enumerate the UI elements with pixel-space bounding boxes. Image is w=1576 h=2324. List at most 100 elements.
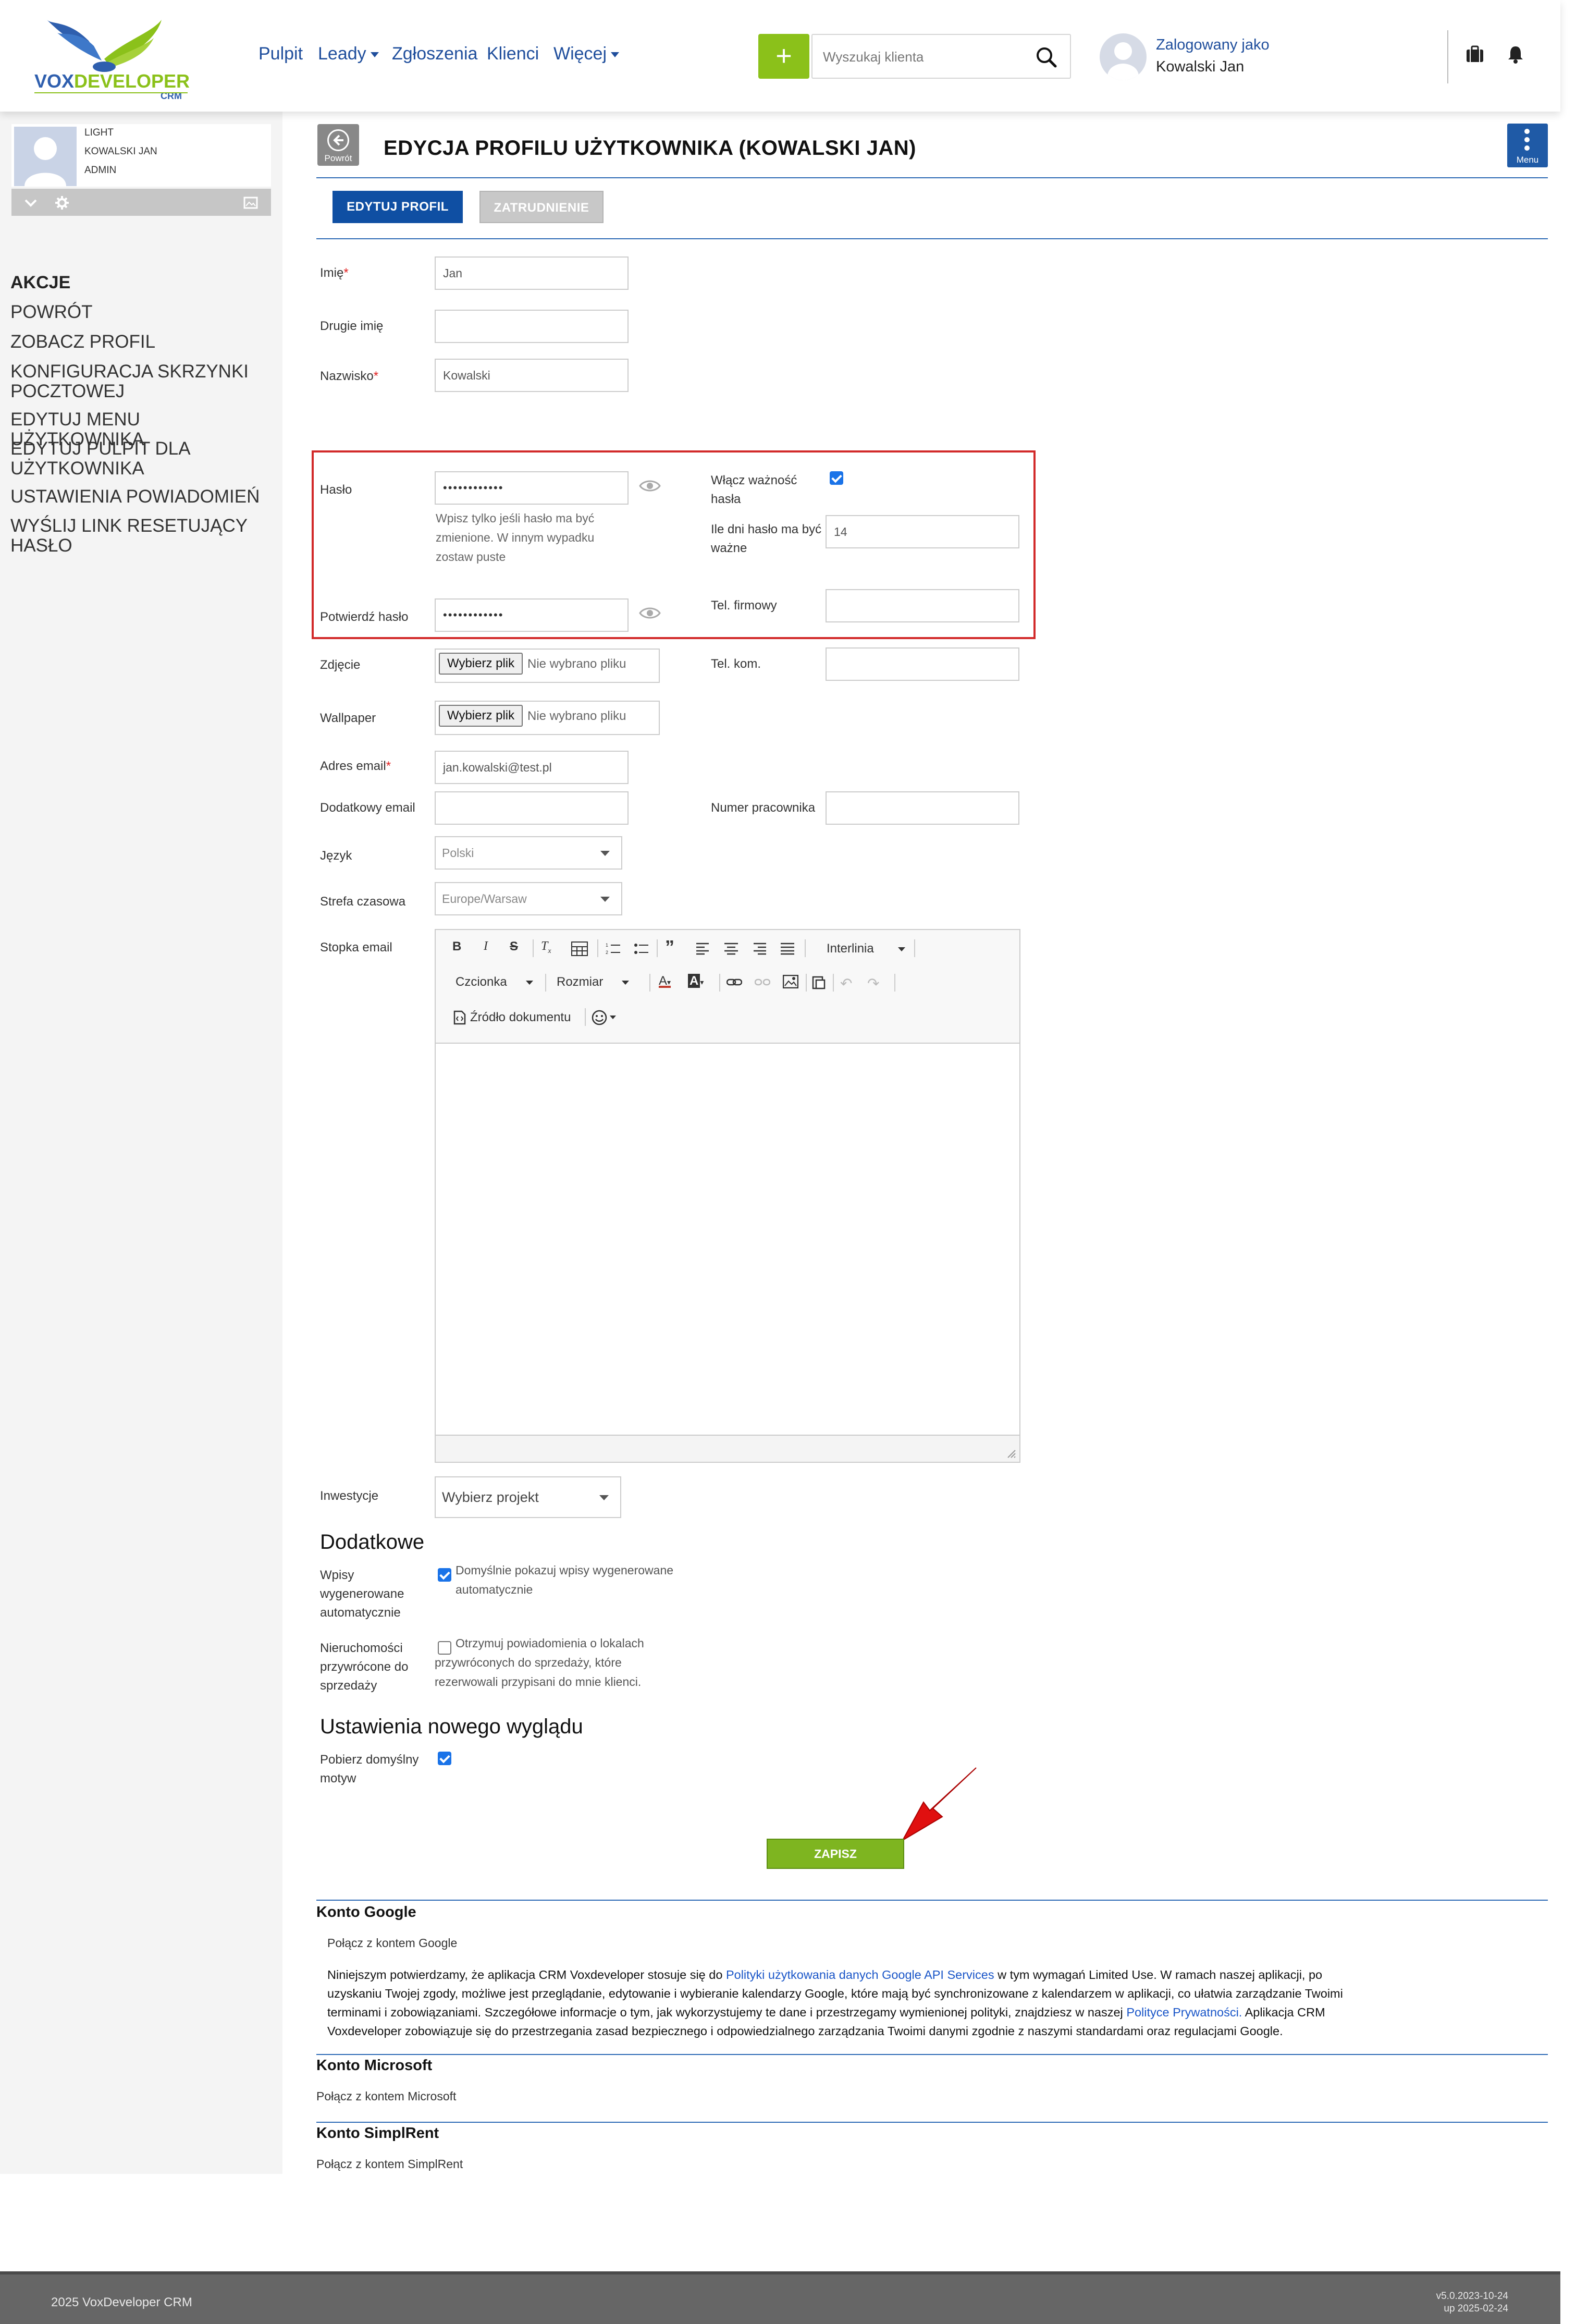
wallpaper-choose-file-button[interactable]: Wybierz plik <box>439 705 523 727</box>
nav-leady-label: Leady <box>318 44 366 64</box>
size-select[interactable]: Rozmiar <box>557 975 630 989</box>
align-justify-icon[interactable] <box>781 943 794 955</box>
search-input[interactable] <box>823 46 1021 67</box>
align-right-icon[interactable] <box>753 943 766 955</box>
emoji-icon[interactable] <box>591 1009 608 1026</box>
font-select[interactable]: Czcionka <box>455 975 533 989</box>
connect-microsoft-link[interactable]: Połącz z kontem Microsoft <box>316 2089 456 2103</box>
eye-icon[interactable] <box>639 606 661 620</box>
unlink-icon[interactable] <box>755 976 770 988</box>
redo-icon[interactable]: ↷ <box>867 975 879 992</box>
nav-zgloszenia[interactable]: Zgłoszenia <box>392 44 477 64</box>
paste-icon[interactable] <box>812 975 826 989</box>
svg-text:VOX: VOX <box>34 70 74 92</box>
numbered-list-icon[interactable]: 1 2 <box>606 941 621 956</box>
email-input[interactable]: jan.kowalski@test.pl <box>435 751 629 784</box>
back-button[interactable]: Powrót <box>317 124 359 166</box>
tab-employment[interactable]: ZATRUDNIENIE <box>479 191 604 223</box>
extra-email-input[interactable] <box>435 791 629 825</box>
profile-name: KOWALSKI JAN <box>84 146 157 157</box>
chevron-down-icon[interactable] <box>23 195 39 211</box>
restored-text: Otrzymuj powiadomienia o lokalach przywr… <box>435 1636 644 1689</box>
text-color-icon[interactable]: A▾ <box>659 974 671 988</box>
nav-klienci[interactable]: Klienci <box>487 44 539 64</box>
photo-file-input: Wybierz plik Nie wybrano pliku <box>435 649 660 683</box>
signature-editor: B I S Tx 1 2 ” Interlinia Czcionka Rozmi… <box>435 929 1020 1463</box>
gear-icon[interactable] <box>54 195 70 211</box>
auto-entries-checkbox[interactable] <box>438 1568 451 1582</box>
briefcase-icon[interactable] <box>1464 44 1485 65</box>
search-box <box>811 34 1071 79</box>
signature-editor-content[interactable] <box>436 1044 1019 1436</box>
first-name-input[interactable]: Jan <box>435 256 629 290</box>
middle-name-input[interactable] <box>435 310 629 343</box>
user-avatar[interactable] <box>1100 33 1147 80</box>
eye-icon[interactable] <box>639 479 661 493</box>
connect-simplrent-link[interactable]: Połącz z kontem SimplRent <box>316 2157 463 2171</box>
sidebar-link-mailbox-config[interactable]: KONFIGURACJA SKRZYNKI POCZTOWEJ <box>10 362 276 401</box>
password-days-input[interactable]: 14 <box>826 515 1019 548</box>
undo-icon[interactable]: ↶ <box>840 975 852 992</box>
voxdeveloper-logo[interactable]: VOX DEVELOPER CRM <box>31 9 193 102</box>
google-api-policy-link[interactable]: Polityki użytkowania danych Google API S… <box>726 1968 994 1981</box>
sidebar-link-send-reset[interactable]: WYŚLIJ LINK RESETUJĄCY HASŁO <box>10 516 276 556</box>
nav-wiecej[interactable]: Więcej <box>553 44 620 64</box>
nav-pulpit[interactable]: Pulpit <box>258 44 303 64</box>
confirm-password-label: Potwierdź hasło <box>320 610 409 624</box>
mobile-phone-input[interactable] <box>826 647 1019 681</box>
search-icon[interactable] <box>1035 45 1058 69</box>
connect-google-link[interactable]: Połącz z kontem Google <box>327 1936 457 1950</box>
blockquote-icon[interactable]: ” <box>665 936 674 958</box>
bold-icon[interactable]: B <box>452 939 461 954</box>
bullet-list-icon[interactable] <box>634 941 649 956</box>
save-button[interactable]: ZAPISZ <box>767 1839 904 1869</box>
tab-edit-profile[interactable]: EDYTUJ PROFIL <box>333 191 463 223</box>
language-select[interactable]: Polski <box>435 836 622 870</box>
add-button[interactable]: + <box>758 34 809 79</box>
timezone-select[interactable]: Europe/Warsaw <box>435 882 622 915</box>
remove-format-icon[interactable]: Tx <box>541 939 551 956</box>
source-document-button[interactable]: Źródło dokumentu <box>470 1010 571 1025</box>
line-height-select[interactable]: Interlinia <box>827 941 905 956</box>
arrow-left-icon <box>327 129 349 151</box>
profile-photo[interactable] <box>14 127 77 186</box>
strikethrough-icon[interactable]: S <box>510 939 518 954</box>
link-icon[interactable] <box>727 976 742 988</box>
image-icon[interactable] <box>783 975 798 988</box>
confirm-password-input[interactable]: •••••••••••• <box>435 598 629 632</box>
caret-down-icon <box>600 897 610 902</box>
resize-handle-icon[interactable] <box>1006 1448 1016 1459</box>
nav-wiecej-label: Więcej <box>553 44 607 64</box>
company-phone-input[interactable] <box>826 589 1019 622</box>
table-icon[interactable] <box>571 941 588 956</box>
default-theme-checkbox[interactable] <box>438 1752 451 1765</box>
align-left-icon[interactable] <box>696 943 710 955</box>
investments-select[interactable]: Wybierz projekt <box>435 1476 621 1518</box>
wallpaper-file-input: Wybierz plik Nie wybrano pliku <box>435 701 660 735</box>
menu-button[interactable]: Menu <box>1507 124 1548 167</box>
password-expiry-checkbox[interactable] <box>830 471 843 485</box>
photo-choose-file-button[interactable]: Wybierz plik <box>439 653 523 675</box>
investments-label: Inwestycje <box>320 1489 379 1503</box>
source-document-icon <box>453 1010 466 1025</box>
image-icon[interactable] <box>243 195 258 211</box>
last-name-input[interactable]: Kowalski <box>435 359 629 392</box>
email-label: Adres email* <box>320 759 391 773</box>
simplrent-section-line <box>316 2122 1548 2123</box>
password-input[interactable]: •••••••••••• <box>435 471 629 505</box>
line-height-select-label: Interlinia <box>827 941 874 956</box>
privacy-policy-link[interactable]: Polityce Prywatności. <box>1126 2005 1242 2019</box>
sidebar-link-edit-dashboard[interactable]: EDYTUJ PULPIT DLA UŻYTKOWNIKA <box>10 439 276 479</box>
nav-leady[interactable]: Leady <box>318 44 379 64</box>
sidebar-link-view-profile[interactable]: ZOBACZ PROFIL <box>10 332 276 352</box>
bell-icon[interactable] <box>1505 44 1526 65</box>
sidebar-link-notification-settings[interactable]: USTAWIENIA POWIADOMIEŃ <box>10 487 276 507</box>
italic-icon[interactable]: I <box>484 939 488 953</box>
employee-number-input[interactable] <box>826 791 1019 825</box>
password-hint: Wpisz tylko jeśli hasło ma być zmienione… <box>436 511 595 564</box>
header-divider <box>1447 30 1448 83</box>
background-color-icon[interactable]: A ▾ <box>688 974 704 988</box>
logged-as-label[interactable]: Zalogowany jako <box>1156 36 1270 54</box>
align-center-icon[interactable] <box>724 943 738 955</box>
sidebar-link-back[interactable]: POWRÓT <box>10 302 276 322</box>
